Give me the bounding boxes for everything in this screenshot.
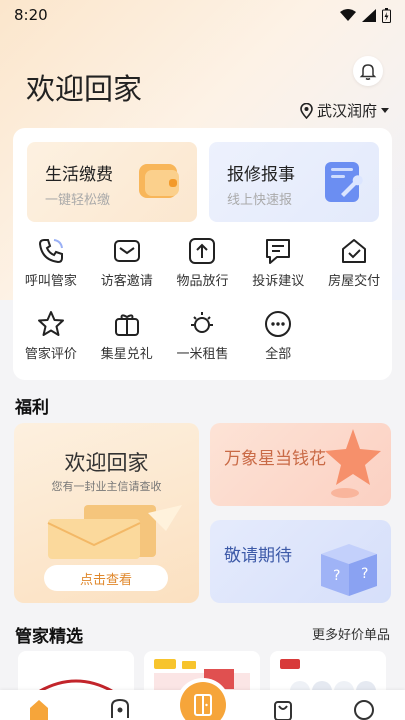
dropdown-arrow-icon bbox=[381, 107, 389, 113]
profile-tab-icon[interactable] bbox=[353, 698, 375, 720]
star-cash-banner[interactable]: 万象星当钱花 bbox=[210, 423, 391, 506]
grid-item-butler-rating[interactable]: 管家评价 bbox=[13, 309, 89, 362]
coming-soon-banner[interactable]: 敬请期待 ? ? bbox=[210, 520, 391, 603]
mystery-box-icon: ? ? bbox=[321, 544, 377, 596]
grid-label: 投诉建议 bbox=[252, 274, 305, 289]
svg-text:?: ? bbox=[361, 566, 368, 582]
location-pin-icon bbox=[300, 102, 313, 119]
banner-subtitle: 您有一封业主信请查收 bbox=[51, 480, 162, 493]
service-tab-icon[interactable] bbox=[109, 698, 131, 720]
door-access-button[interactable] bbox=[180, 682, 226, 720]
banner-title: 欢迎回家 bbox=[64, 451, 149, 475]
grid-label: 访客邀请 bbox=[100, 274, 153, 289]
view-letter-button[interactable]: 点击查看 bbox=[44, 565, 168, 591]
grid-item-item-release[interactable]: 物品放行 bbox=[165, 236, 241, 289]
location-selector[interactable]: 武汉润府 bbox=[300, 100, 389, 121]
grid-label: 一米租售 bbox=[176, 347, 229, 362]
star-coin-icon bbox=[325, 429, 381, 498]
grid-item-call-butler[interactable]: 呼叫管家 bbox=[13, 236, 89, 289]
chat-icon bbox=[266, 239, 291, 264]
wrench-doc-icon bbox=[325, 162, 363, 202]
door-icon bbox=[194, 694, 212, 716]
grid-item-house-delivery[interactable]: 房屋交付 bbox=[316, 236, 392, 289]
life-payment-tile[interactable]: 生活缴费 一键轻松缴 bbox=[27, 142, 197, 222]
more-icon bbox=[265, 311, 292, 337]
battery-icon bbox=[382, 7, 391, 23]
grid-item-complaint[interactable]: 投诉建议 bbox=[240, 236, 316, 289]
star-icon bbox=[37, 311, 64, 336]
location-label: 武汉润府 bbox=[316, 102, 377, 120]
grid-label: 集星兑礼 bbox=[100, 347, 153, 362]
svg-text:?: ? bbox=[333, 568, 340, 584]
grid-label: 物品放行 bbox=[176, 274, 229, 289]
mail-icon bbox=[113, 240, 140, 262]
wallet-icon bbox=[139, 164, 179, 198]
home-tab-icon[interactable] bbox=[28, 698, 50, 720]
grid-label: 房屋交付 bbox=[328, 274, 381, 289]
house-check-icon bbox=[342, 239, 367, 263]
sun-icon bbox=[191, 312, 214, 333]
welcome-home-banner[interactable]: 欢迎回家 您有一封业主信请查收 点击查看 bbox=[14, 423, 199, 603]
mall-tab-icon[interactable] bbox=[272, 698, 294, 720]
butler-picks-title: 管家精选 bbox=[15, 627, 83, 647]
phone-icon bbox=[38, 239, 63, 264]
grid-item-all[interactable]: 全部 bbox=[240, 309, 316, 362]
grid-label: 全部 bbox=[265, 347, 292, 362]
grid-label: 管家评价 bbox=[24, 347, 77, 362]
notification-button[interactable] bbox=[353, 56, 383, 86]
services-card: 生活缴费 一键轻松缴 报修报事 线上快速报 呼叫管家 访客邀请 物品放行 投诉建… bbox=[13, 128, 392, 380]
repair-report-tile[interactable]: 报修报事 线上快速报 bbox=[209, 142, 379, 222]
banner-title: 万象星当钱花 bbox=[224, 449, 326, 469]
upload-box-icon bbox=[189, 238, 216, 264]
grid-label: 呼叫管家 bbox=[24, 274, 77, 289]
status-bar: 8:20 bbox=[0, 0, 405, 30]
wifi-icon bbox=[340, 8, 356, 21]
grid-item-visitor-invite[interactable]: 访客邀请 bbox=[89, 236, 165, 289]
status-icons bbox=[340, 7, 391, 23]
grid-item-rent-sale[interactable]: 一米租售 bbox=[165, 309, 241, 362]
more-deals-link[interactable]: 更多好价单品 bbox=[312, 624, 390, 643]
page-title: 欢迎回家 bbox=[26, 72, 143, 106]
status-time: 8:20 bbox=[14, 6, 48, 24]
gift-icon bbox=[114, 314, 139, 336]
banner-title: 敬请期待 bbox=[224, 546, 292, 566]
quick-actions-grid: 呼叫管家 访客邀请 物品放行 投诉建议 房屋交付 管家评价 集星兑礼 一米租售 bbox=[13, 236, 392, 362]
envelope-icon bbox=[47, 505, 182, 559]
grid-item-star-gift[interactable]: 集星兑礼 bbox=[89, 309, 165, 362]
benefits-title: 福利 bbox=[15, 398, 49, 418]
bell-icon bbox=[359, 64, 377, 80]
signal-icon bbox=[362, 8, 376, 22]
